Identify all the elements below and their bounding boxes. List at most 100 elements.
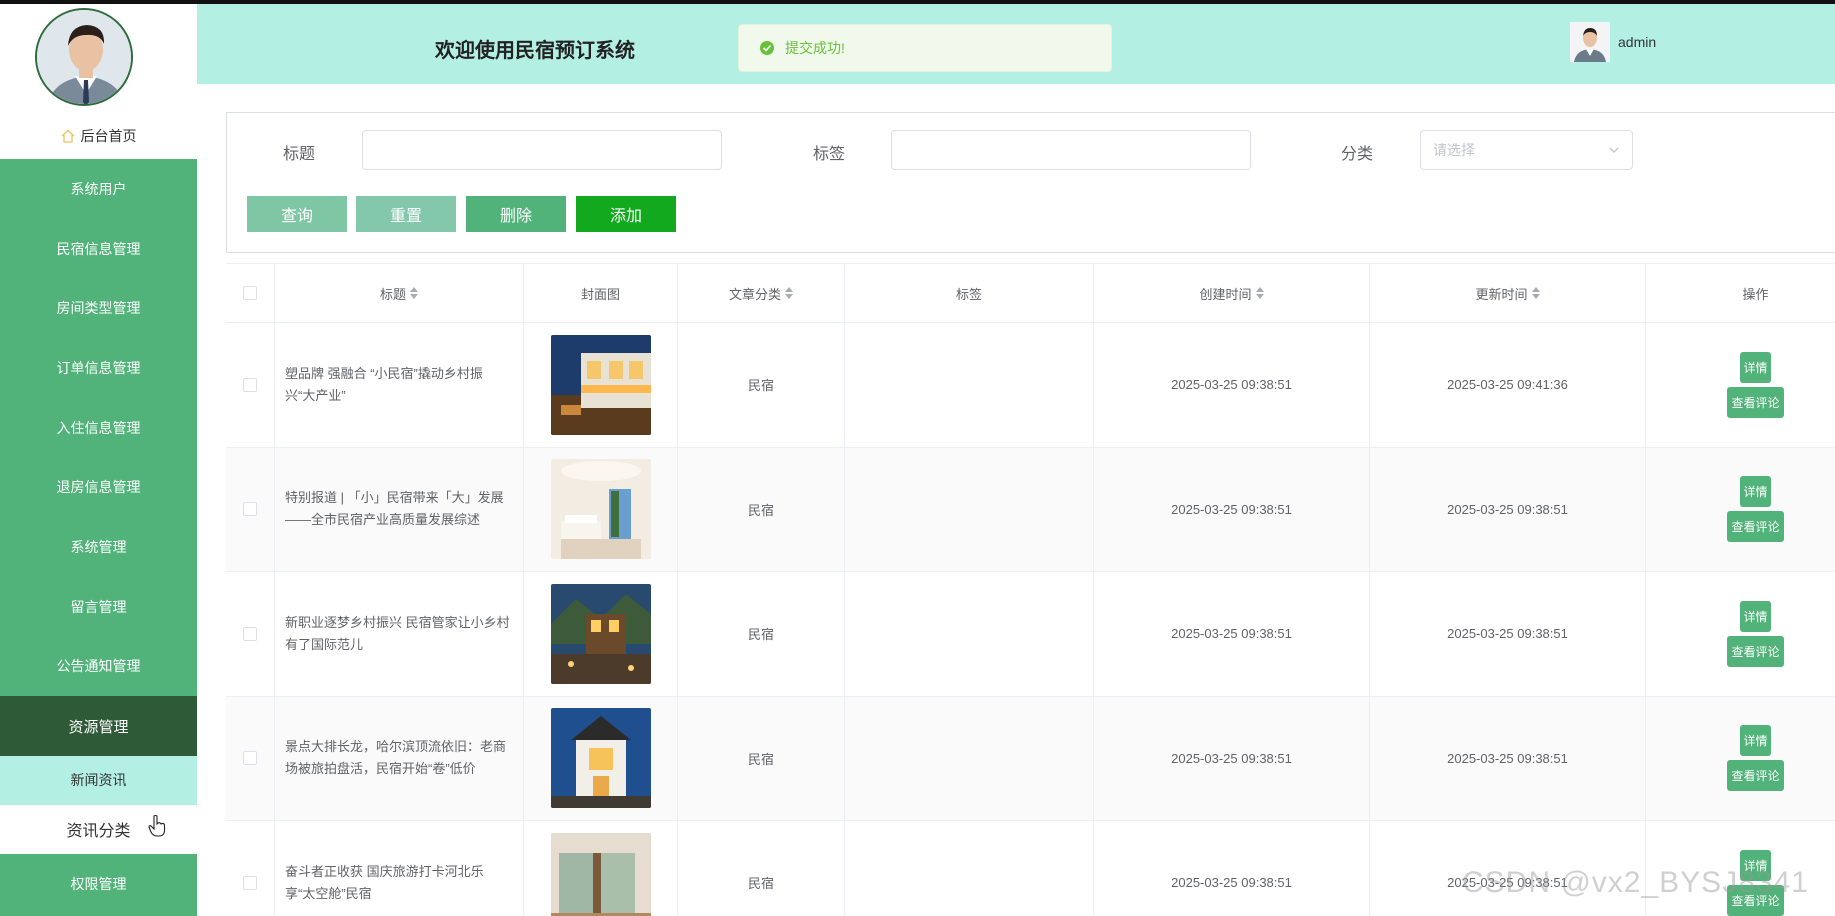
detail-button[interactable]: 详情 <box>1740 476 1771 508</box>
view-comments-button[interactable]: 查看评论 <box>1727 635 1784 667</box>
row-created: 2025-03-25 09:38:51 <box>1094 821 1370 916</box>
header-operations: 操作 <box>1646 264 1835 322</box>
category-placeholder: 请选择 <box>1433 142 1475 158</box>
row-title: 特别报道 | 「小」民宿带来「大」发展——全市民宿产业高质量发展综述 <box>275 447 524 571</box>
select-all-checkbox[interactable] <box>243 286 257 300</box>
reset-button[interactable]: 重置 <box>356 196 456 232</box>
title-input[interactable] <box>362 130 722 170</box>
title-label: 标题 <box>283 146 316 163</box>
sidebar-item-system-management[interactable]: 系统管理 <box>0 517 197 577</box>
row-check-cell <box>226 572 275 696</box>
cover-image[interactable] <box>550 459 651 560</box>
table-row: 景点大排长龙，哈尔滨顶流依旧：老商场被旅拍盘活，民宿开始“卷”低价 民宿 202… <box>226 696 1835 821</box>
row-created: 2025-03-25 09:38:51 <box>1094 323 1370 447</box>
row-checkbox[interactable] <box>243 875 257 890</box>
detail-button[interactable]: 详情 <box>1740 351 1771 383</box>
view-comments-button[interactable]: 查看评论 <box>1727 386 1784 418</box>
sort-icon[interactable] <box>1255 287 1264 299</box>
view-comments-button[interactable]: 查看评论 <box>1727 760 1784 792</box>
sort-icon[interactable] <box>785 287 793 299</box>
sidebar-item-system-users[interactable]: 系统用户 <box>0 159 197 219</box>
success-toast: 提交成功! <box>738 24 1112 72</box>
sidebar-item-checkin[interactable]: 入住信息管理 <box>0 398 197 458</box>
row-cover <box>524 821 678 916</box>
sidebar-item-room-types[interactable]: 房间类型管理 <box>0 278 197 338</box>
row-updated: 2025-03-25 09:38:51 <box>1370 447 1646 571</box>
header-category-text: 文章分类 <box>728 286 781 302</box>
row-check-cell <box>226 696 275 820</box>
row-operations: 详情 查看评论 <box>1646 448 1835 572</box>
view-comments-button[interactable]: 查看评论 <box>1727 511 1784 543</box>
header-created-text: 创建时间 <box>1199 286 1252 302</box>
admin-avatar <box>35 8 133 106</box>
row-title: 奋斗者正收获 国庆旅游打卡河北乐享“太空舱”民宿 <box>275 821 524 916</box>
header-tag: 标签 <box>845 264 1094 322</box>
header-updated-text: 更新时间 <box>1475 286 1528 302</box>
table-row: 塑品牌 强融合 “小民宿”撬动乡村振兴“大产业” 民宿 2025-03-25 0… <box>226 323 1835 448</box>
user-menu[interactable]: admin <box>1570 22 1656 62</box>
submenu-item-news[interactable]: 新闻资讯 <box>0 755 197 805</box>
header-created[interactable]: 创建时间 <box>1094 264 1370 322</box>
add-button[interactable]: 添加 <box>576 196 676 232</box>
query-button[interactable]: 查询 <box>247 196 347 232</box>
row-checkbox[interactable] <box>243 502 257 517</box>
hand-cursor-icon <box>148 814 166 837</box>
detail-button[interactable]: 详情 <box>1740 600 1771 632</box>
cover-image[interactable] <box>550 832 651 916</box>
header-updated[interactable]: 更新时间 <box>1370 264 1646 322</box>
watermark: CSDN @vx2_BYSJ8341 <box>1462 866 1809 899</box>
sidebar-item-permissions[interactable]: 权限管理 <box>0 854 197 914</box>
cover-image[interactable] <box>550 334 651 435</box>
row-created: 2025-03-25 09:38:51 <box>1094 447 1370 571</box>
header-category[interactable]: 文章分类 <box>678 264 845 322</box>
cover-image[interactable] <box>550 583 651 684</box>
home-icon <box>61 129 74 143</box>
row-category: 民宿 <box>678 821 845 916</box>
sidebar-item-messages[interactable]: 留言管理 <box>0 577 197 637</box>
row-tag <box>845 821 1094 916</box>
row-checkbox[interactable] <box>243 626 257 641</box>
row-operations: 详情 查看评论 <box>1646 697 1835 821</box>
chevron-down-icon <box>1609 147 1619 153</box>
header-cover-text: 封面图 <box>580 286 620 302</box>
row-updated: 2025-03-25 09:41:36 <box>1370 323 1646 447</box>
sidebar-item-home[interactable]: 后台首页 <box>0 116 197 156</box>
submenu-item-news-category[interactable]: 资讯分类 <box>0 804 197 854</box>
check-circle-icon <box>760 41 774 55</box>
tag-label: 标签 <box>813 146 846 163</box>
user-avatar <box>1570 22 1610 62</box>
detail-button[interactable]: 详情 <box>1740 725 1771 757</box>
sidebar-item-resources[interactable]: 资源管理 <box>0 696 197 756</box>
row-check-cell <box>226 323 275 447</box>
row-checkbox[interactable] <box>243 751 257 766</box>
cover-image[interactable] <box>550 708 651 809</box>
category-label: 分类 <box>1341 146 1374 163</box>
table-row: 特别报道 | 「小」民宿带来「大」发展——全市民宿产业高质量发展综述 民宿 20… <box>226 447 1835 572</box>
sidebar-item-homestay-info[interactable]: 民宿信息管理 <box>0 219 197 279</box>
top-header: 欢迎使用民宿预订系统 提交成功! admin <box>197 4 1835 84</box>
row-category: 民宿 <box>678 323 845 447</box>
row-category: 民宿 <box>678 696 845 820</box>
header-op-text: 操作 <box>1742 286 1769 302</box>
delete-button[interactable]: 删除 <box>466 196 566 232</box>
row-created: 2025-03-25 09:38:51 <box>1094 572 1370 696</box>
row-checkbox[interactable] <box>243 377 257 392</box>
tag-input[interactable] <box>891 130 1251 170</box>
header-cover: 封面图 <box>524 264 678 322</box>
row-operations: 详情 查看评论 <box>1646 323 1835 447</box>
site-title: 欢迎使用民宿预订系统 <box>435 40 635 62</box>
row-tag <box>845 696 1094 820</box>
sidebar-item-checkout[interactable]: 退房信息管理 <box>0 457 197 517</box>
sort-icon[interactable] <box>1531 287 1540 299</box>
table-row: 新职业逐梦乡村振兴 民宿管家让小乡村有了国际范儿 民宿 2025-03-25 0… <box>226 572 1835 697</box>
sidebar-item-orders[interactable]: 订单信息管理 <box>0 338 197 398</box>
sort-icon[interactable] <box>410 287 418 299</box>
category-select[interactable]: 请选择 <box>1420 130 1633 170</box>
row-operations: 详情 查看评论 <box>1646 572 1835 696</box>
row-updated: 2025-03-25 09:38:51 <box>1370 572 1646 696</box>
news-table: 标题 封面图 文章分类 标签 创建时间 更新时间 操作 塑品牌 强融合 “小民宿… <box>226 263 1835 916</box>
row-updated: 2025-03-25 09:38:51 <box>1370 696 1646 820</box>
sidebar-item-announcements[interactable]: 公告通知管理 <box>0 637 197 697</box>
header-title[interactable]: 标题 <box>275 264 524 322</box>
sidebar-menu: 系统用户 民宿信息管理 房间类型管理 订单信息管理 入住信息管理 退房信息管理 … <box>0 159 197 916</box>
